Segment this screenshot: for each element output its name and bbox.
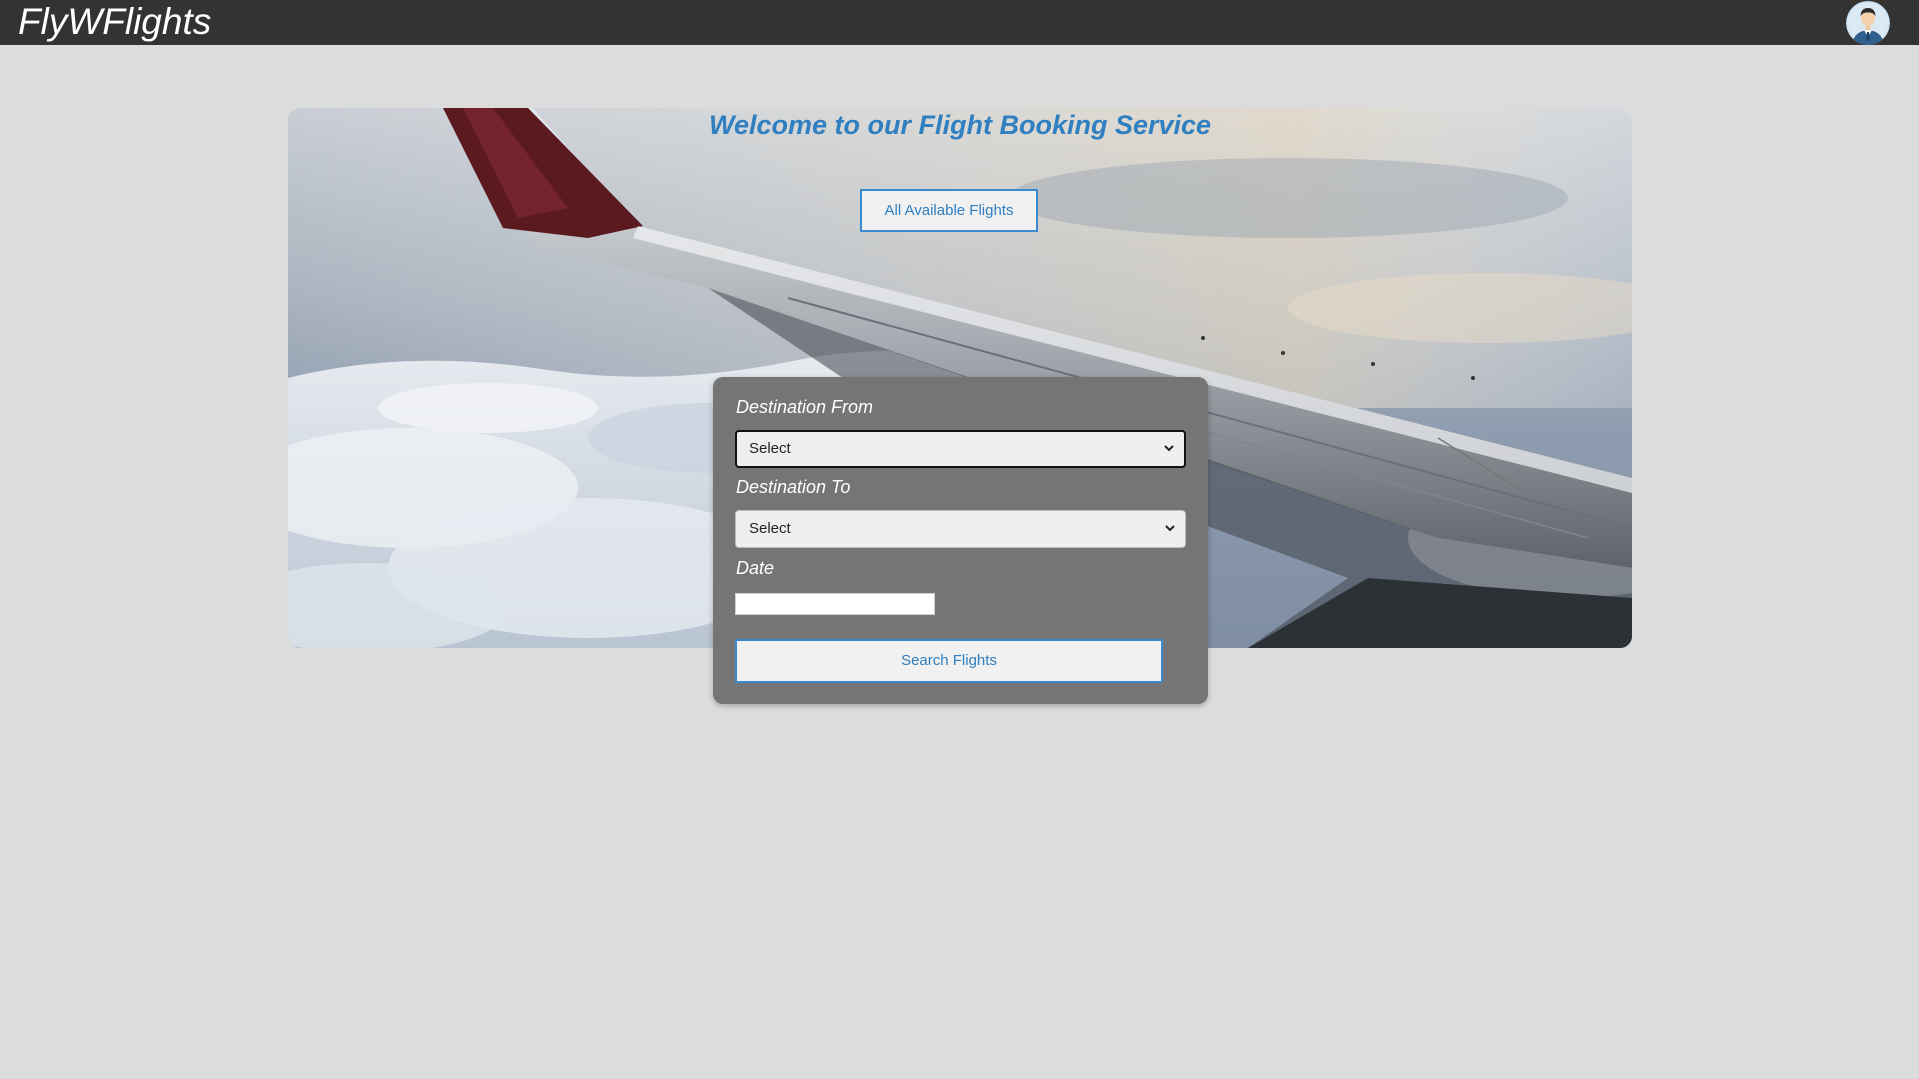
destination-to-label: Destination To [736, 477, 851, 497]
top-navbar: FlyWFlights [0, 0, 1919, 45]
brand-logo[interactable]: FlyWFlights [18, 2, 211, 42]
destination-from-label: Destination From [736, 397, 874, 417]
chevron-down-icon [1164, 445, 1174, 452]
destination-from-select[interactable]: Select [735, 430, 1186, 468]
destination-to-select[interactable]: Select [735, 510, 1186, 548]
date-input[interactable] [735, 593, 935, 615]
page-title: Welcome to our Flight Booking Service [708, 110, 1212, 140]
destination-from-value: Select [749, 440, 791, 457]
all-available-flights-button[interactable]: All Available Flights [860, 189, 1038, 232]
date-label: Date [736, 558, 775, 578]
user-avatar-icon[interactable] [1846, 1, 1890, 45]
chevron-down-icon [1165, 525, 1175, 532]
destination-to-value: Select [749, 520, 791, 537]
search-flights-button[interactable]: Search Flights [735, 639, 1163, 683]
flight-search-panel: Destination From Select Destination To S… [713, 377, 1208, 704]
